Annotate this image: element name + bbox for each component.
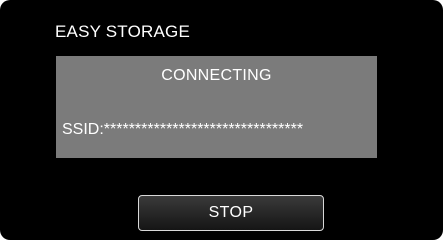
- connection-status-panel: CONNECTING SSID:************************…: [56, 56, 377, 158]
- ssid-value: ********************************: [103, 121, 304, 138]
- ssid-row: SSID:********************************: [62, 121, 303, 139]
- ssid-label: SSID:: [62, 121, 104, 138]
- stop-button[interactable]: STOP: [138, 195, 324, 231]
- screen-title: EASY STORAGE: [55, 22, 190, 41]
- camera-screen: EASY STORAGE CONNECTING SSID:***********…: [0, 0, 443, 240]
- connection-status-text: CONNECTING: [161, 67, 272, 84]
